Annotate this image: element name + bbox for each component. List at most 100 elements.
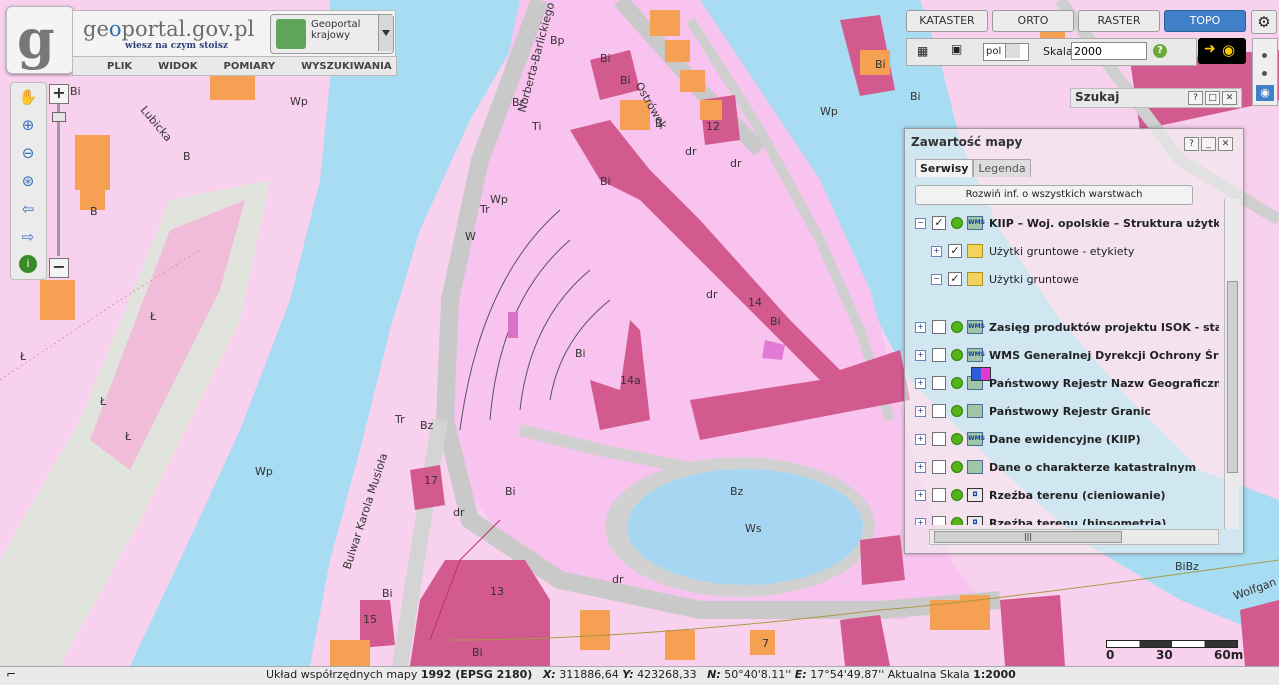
expand-icon[interactable]: + bbox=[915, 321, 926, 333]
layer-checkbox[interactable] bbox=[932, 320, 946, 334]
svg-text:Bi: Bi bbox=[770, 315, 781, 328]
zoom-plus-button[interactable]: + bbox=[49, 84, 69, 104]
vertical-scrollbar[interactable] bbox=[1224, 199, 1239, 529]
logo-letter: g bbox=[17, 7, 55, 71]
geoportal-selector-label: Geoportal krajowy bbox=[311, 19, 361, 41]
eye-icon[interactable]: ◉ bbox=[1256, 85, 1274, 101]
layer-row[interactable]: + Dane o charakterze katastralnym bbox=[915, 457, 1196, 477]
window-corner-icon[interactable]: ⌐ bbox=[6, 667, 16, 681]
layer-row[interactable]: + ◘ Rzeźba terenu (cieniowanie) bbox=[915, 485, 1166, 505]
geoportal-logo[interactable]: g bbox=[6, 6, 74, 74]
view-kataster-button[interactable]: KATASTER bbox=[906, 10, 988, 32]
zoom-minus-button[interactable]: − bbox=[49, 258, 69, 278]
layer-checkbox[interactable]: ✓ bbox=[948, 244, 962, 258]
layer-row[interactable]: + WMS WMS Generalnej Dyrekcji Ochrony Środ… bbox=[915, 345, 1219, 365]
layer-name: Rzeźba terenu (hipsometria) bbox=[989, 516, 1167, 526]
svg-text:14: 14 bbox=[748, 296, 762, 309]
layer-name: Zasięg produktów projektu ISOK - stan n bbox=[989, 320, 1219, 334]
view-topo-button[interactable]: TOPO bbox=[1164, 10, 1246, 32]
wms-icon: WMS bbox=[967, 348, 985, 362]
layer-checkbox[interactable]: ✓ bbox=[948, 272, 962, 286]
geoportal-selector[interactable]: Geoportal krajowy bbox=[270, 14, 394, 54]
zoom-in-icon[interactable]: ⊕ bbox=[18, 115, 38, 135]
view-orto-button[interactable]: ORTO bbox=[992, 10, 1074, 32]
expand-all-layers-button[interactable]: Rozwiń inf. o wszystkich warstwach bbox=[915, 185, 1193, 205]
layer-checkbox[interactable] bbox=[932, 432, 946, 446]
layer-row[interactable]: − ✓ WMS KIIP – Woj. opolskie – Struktura uż… bbox=[915, 213, 1219, 233]
minimize-button[interactable]: _ bbox=[1201, 137, 1216, 151]
scrollbar-thumb[interactable] bbox=[1227, 281, 1238, 473]
menu-pomiary[interactable]: POMIARY bbox=[210, 61, 288, 72]
layer-row[interactable]: + Państwowy Rejestr Granic bbox=[915, 401, 1151, 421]
svg-text:Wp: Wp bbox=[290, 95, 308, 108]
svg-text:B: B bbox=[183, 150, 191, 163]
svg-text:Bi: Bi bbox=[505, 485, 516, 498]
zoom-track[interactable] bbox=[57, 104, 60, 256]
tab-legenda[interactable]: Legenda bbox=[973, 159, 1031, 177]
svg-text:Bi: Bi bbox=[875, 58, 886, 71]
collapse-icon[interactable]: − bbox=[915, 217, 926, 229]
svg-text:7: 7 bbox=[762, 637, 769, 650]
pan-hand-icon[interactable]: ✋ bbox=[18, 87, 38, 107]
zoom-slider[interactable]: + − bbox=[47, 82, 71, 278]
zoom-out-icon[interactable]: ⊖ bbox=[18, 143, 38, 163]
maximize-button[interactable]: □ bbox=[1205, 91, 1220, 105]
layer-row[interactable]: + WMS Zasięg produktów projektu ISOK - sta… bbox=[915, 317, 1219, 337]
wms-add-icon[interactable]: ▣ bbox=[951, 42, 962, 56]
layer-checkbox[interactable] bbox=[932, 376, 946, 390]
zoom-extent-icon[interactable]: ⊛ bbox=[18, 171, 38, 191]
expand-icon[interactable]: + bbox=[931, 245, 942, 257]
map-view-switcher: KATASTER ORTO RASTER TOPO bbox=[906, 10, 1246, 32]
y-label: Y: bbox=[622, 668, 634, 681]
collapse-icon[interactable]: − bbox=[931, 273, 942, 285]
help-button[interactable]: ? bbox=[1184, 137, 1199, 151]
tab-serwisy[interactable]: Serwisy bbox=[915, 159, 974, 177]
layer-checkbox[interactable] bbox=[932, 516, 946, 525]
gear-icon[interactable]: ⚙ bbox=[1251, 10, 1277, 34]
dot-icon[interactable] bbox=[1262, 53, 1267, 58]
svg-text:Ł: Ł bbox=[99, 395, 107, 408]
scale-input[interactable] bbox=[1071, 42, 1147, 60]
layer-row[interactable]: + ✓ Użytki gruntowe - etykiety bbox=[931, 241, 1134, 261]
layer-row[interactable]: + WMS Dane ewidencyjne (KIIP) bbox=[915, 429, 1141, 449]
status-dot-icon bbox=[951, 461, 963, 473]
expand-icon[interactable]: + bbox=[915, 517, 926, 525]
info-icon[interactable]: i bbox=[19, 255, 37, 273]
layer-checkbox[interactable] bbox=[932, 348, 946, 362]
close-button[interactable]: ✕ bbox=[1222, 91, 1237, 105]
layer-row[interactable]: + ◘ Rzeźba terenu (hipsometria) bbox=[915, 513, 1166, 525]
expand-icon[interactable]: + bbox=[915, 489, 926, 501]
scrollbar-thumb[interactable]: ||| bbox=[934, 531, 1122, 543]
arrow-right-icon[interactable]: ⇨ bbox=[18, 227, 38, 247]
expand-icon[interactable]: + bbox=[915, 349, 926, 361]
layer-checkbox[interactable] bbox=[932, 460, 946, 474]
layer-row[interactable]: + Państwowy Rejestr Nazw Geograficznych bbox=[915, 373, 1219, 393]
layer-checkbox[interactable]: ✓ bbox=[932, 216, 946, 230]
expand-icon[interactable]: + bbox=[915, 377, 926, 389]
layer-checkbox[interactable] bbox=[932, 488, 946, 502]
zoom-thumb[interactable] bbox=[52, 112, 66, 122]
menu-plik[interactable]: PLIK bbox=[73, 61, 145, 72]
expand-icon[interactable]: + bbox=[915, 461, 926, 473]
expand-icon[interactable]: + bbox=[915, 433, 926, 445]
panel-title: Zawartość mapy bbox=[911, 135, 1023, 149]
arrow-left-icon[interactable]: ⇦ bbox=[18, 199, 38, 219]
horizontal-scrollbar[interactable]: ||| bbox=[929, 529, 1219, 545]
close-button[interactable]: ✕ bbox=[1218, 137, 1233, 151]
help-button[interactable]: ? bbox=[1188, 91, 1203, 105]
visibility-toggle[interactable]: ➜ ◉ bbox=[1198, 38, 1246, 64]
chevron-down-icon[interactable] bbox=[1005, 44, 1020, 58]
menu-widok[interactable]: WIDOK bbox=[145, 61, 210, 72]
svg-text:Wp: Wp bbox=[490, 193, 508, 206]
status-dot-icon bbox=[951, 217, 963, 229]
folder-icon bbox=[967, 272, 983, 286]
layer-row[interactable]: − ✓ Użytki gruntowe bbox=[931, 269, 1079, 289]
grid-icon[interactable]: ▦ bbox=[917, 44, 928, 58]
menu-wyszukiwania[interactable]: WYSZUKIWANIA bbox=[288, 61, 404, 72]
dot-icon[interactable] bbox=[1262, 71, 1267, 76]
chevron-down-icon[interactable] bbox=[378, 15, 393, 51]
layer-checkbox[interactable] bbox=[932, 404, 946, 418]
view-raster-button[interactable]: RASTER bbox=[1078, 10, 1160, 32]
expand-icon[interactable]: + bbox=[915, 405, 926, 417]
help-icon[interactable]: ? bbox=[1153, 44, 1167, 58]
